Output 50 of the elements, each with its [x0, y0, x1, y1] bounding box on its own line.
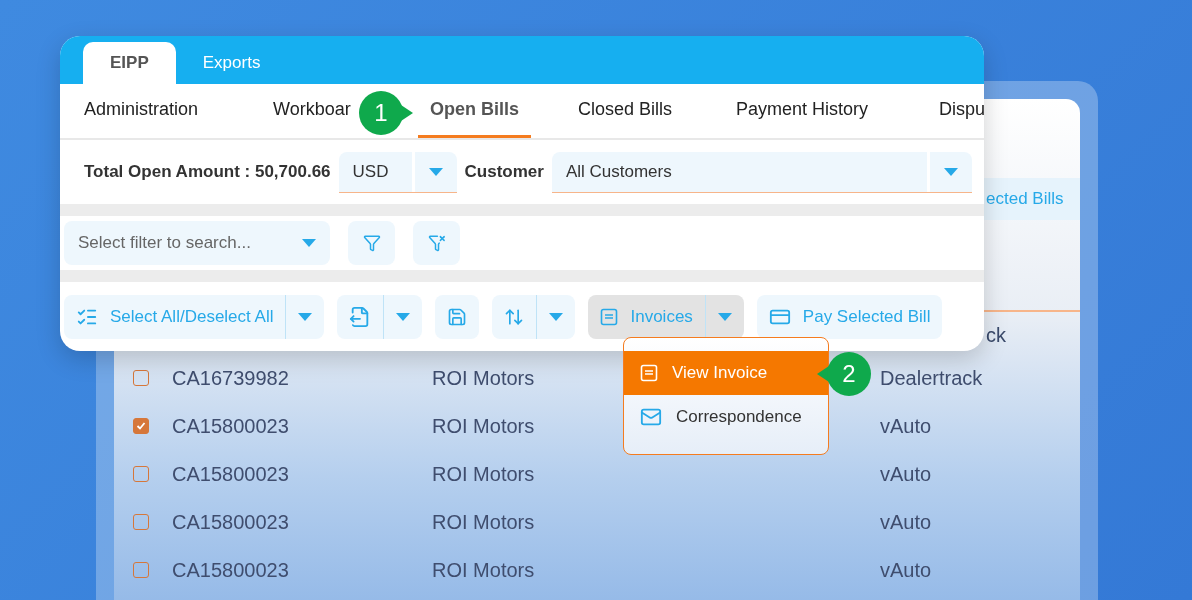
table-cell: CA15800023 [172, 462, 289, 486]
nav-tab[interactable]: Open Bills [418, 84, 531, 138]
customer-label: Customer [464, 162, 544, 182]
file-icon [640, 364, 658, 382]
checkbox[interactable] [133, 370, 149, 386]
total-amount: Total Open Amount : 50,700.66 [84, 162, 331, 182]
table-cell-text: ck [986, 322, 1007, 348]
save-button[interactable] [435, 294, 480, 339]
table-cell: ROI Motors [432, 414, 535, 438]
tab[interactable]: EIPP [83, 42, 176, 84]
table-cell: vAuto [880, 510, 932, 534]
export-button[interactable] [337, 294, 423, 339]
caret-icon [298, 312, 313, 321]
caret-icon [549, 312, 564, 321]
mail-icon [640, 406, 662, 428]
caret-icon [717, 312, 732, 321]
table-cell: CA16739982 [172, 366, 289, 390]
table-cell: Dealertrack [880, 366, 983, 390]
filter-button[interactable] [348, 221, 395, 265]
nav-tab[interactable]: Closed Bills [566, 84, 685, 138]
table-cell: ROI Motors [432, 366, 535, 390]
file-icon [600, 307, 619, 326]
table-cell: vAuto [880, 558, 932, 582]
caret-icon [396, 312, 411, 321]
table-cell: vAuto [880, 414, 932, 438]
caret-icon [302, 239, 316, 247]
checkbox[interactable] [133, 466, 149, 482]
table-cell: CA15800023 [172, 510, 289, 534]
nav-tab[interactable]: Payment History [724, 84, 881, 138]
nav-tab[interactable]: Administration [72, 84, 211, 138]
clear-filter-button[interactable] [413, 221, 460, 265]
checkbox[interactable] [133, 514, 149, 530]
menu-item[interactable]: Correspondence [624, 395, 828, 439]
table-cell: ROI Motors [432, 462, 535, 486]
filter-select[interactable]: Select filter to search... [64, 221, 330, 265]
filter-clear-icon [427, 234, 446, 252]
table-cell: ROI Motors [432, 558, 535, 582]
nav-tab[interactable]: Dispu [927, 84, 984, 138]
table-cell: vAuto [880, 462, 932, 486]
filter-icon [362, 234, 381, 252]
caret-icon [943, 167, 958, 176]
table-cell: CA15800023 [172, 414, 289, 438]
caret-icon [428, 167, 443, 176]
table-cell: ROI Motors [432, 510, 535, 534]
checkbox[interactable] [133, 562, 149, 578]
checkbox[interactable] [133, 418, 149, 434]
check-icon [136, 421, 146, 431]
table-cell: CA15800023 [172, 558, 289, 582]
save-icon [447, 306, 468, 327]
sort-button[interactable] [492, 294, 576, 339]
